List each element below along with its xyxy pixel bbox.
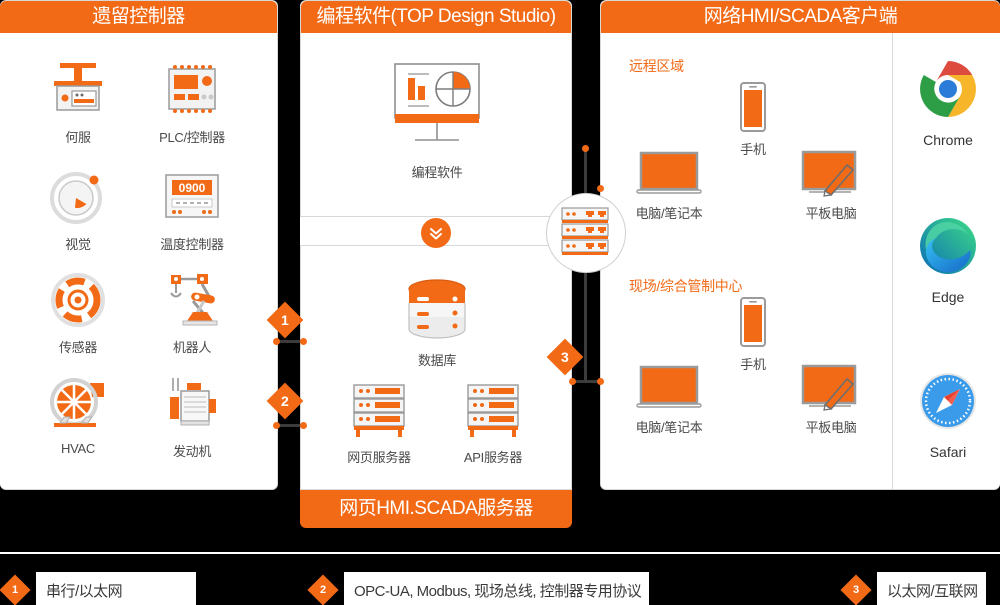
connector-dot-3a [569,378,576,385]
smartphone-icon [693,81,813,133]
temperature-controller-icon: 0900 [132,166,252,228]
legend-badge-1: 1 [0,574,31,605]
diagram-canvas: 遗留控制器 何服 PLC/控制器 视觉 0900 温度控制器 传感器 机器人 H… [0,0,1000,605]
connector-dot-1a [273,338,280,345]
legend-badge-number: 1 [11,584,19,596]
item-motor: 发动机 [132,373,252,460]
robot-icon [132,269,252,331]
motor-icon [132,373,252,435]
database-icon [377,276,497,344]
device-phone-onsite: 手机 [693,296,813,373]
browser-label: Edge [931,289,965,305]
item-plc: PLC/控制器 [132,59,252,146]
legend-badge-2: 2 [307,574,339,605]
svg-text:0900: 0900 [179,181,206,195]
browser-safari[interactable]: Safari [893,371,1000,460]
legend-item-3: 3 以太网/互联网 [840,572,986,605]
item-label: 发动机 [172,444,212,459]
item-label: 视觉 [65,237,91,252]
legend-text-1: 串行/以太网 [36,572,196,605]
plc-controller-icon [132,59,252,121]
item-label: 温度控制器 [160,237,224,252]
smartphone-icon [693,296,813,348]
vision-icon [18,166,138,228]
connector-dot-1b [300,338,307,345]
server-rack-icon [433,379,553,441]
connector-dot-2a [273,422,280,429]
item-label: 网页服务器 [347,450,411,465]
item-label: 编程软件 [411,165,463,180]
device-tablet-onsite: 平板电脑 [771,363,891,436]
item-robot: 机器人 [132,269,252,356]
browser-label: Safari [929,444,967,460]
badge-number: 1 [281,311,289,328]
item-label: 数据库 [417,353,457,368]
panel-mid-title: 编程软件(TOP Design Studio) [301,1,571,33]
legend-divider [0,552,1000,554]
panel-legacy-controllers: 遗留控制器 何服 PLC/控制器 视觉 0900 温度控制器 传感器 机器人 H… [0,0,278,490]
panel-legacy-title: 遗留控制器 [0,1,277,33]
connector-dot-3-remote [597,185,604,192]
item-web-server: 网页服务器 [319,379,439,466]
device-phone-remote: 手机 [693,81,813,158]
legend-badge-number: 3 [852,584,860,596]
tablet-stylus-icon [771,149,891,197]
legend-item-2: 2 OPC-UA, Modbus, 现场总线, 控制器专用协议 [307,572,650,605]
browser-chrome[interactable]: Chrome [893,59,1000,148]
zone-title-remote: 远程区域 [629,58,684,74]
legend-text-3: 以太网/互联网 [877,572,986,605]
item-hvac: HVAC [18,373,138,456]
network-switch-icon [546,193,626,273]
sensor-icon [18,269,138,331]
item-sensor: 传感器 [18,269,138,356]
item-label: 机器人 [172,340,212,355]
connector-line-3 [572,380,600,383]
panel-mid-footer-title: 网页HMI.SCADA服务器 [300,490,572,528]
monitor-chart-icon [377,56,497,156]
device-tablet-remote: 平板电脑 [771,149,891,222]
item-temp-controller: 0900 温度控制器 [132,166,252,253]
panel-clients-title: 网络HMI/SCADA客户端 [601,1,1000,33]
badge-number: 2 [281,392,289,409]
servo-icon [18,59,138,121]
panel-web-clients: 网络HMI/SCADA客户端 远程区域 电脑/笔记本 手机 平板电脑 现场/综合… [600,0,1000,490]
connector-dot-3b [597,378,604,385]
item-database: 数据库 [377,276,497,369]
chrome-icon [893,59,1000,124]
item-label: HVAC [61,441,95,456]
item-label: API服务器 [463,450,523,465]
chevron-double-down-icon[interactable] [421,218,451,248]
legend-badge-3: 3 [840,574,872,605]
server-rack-icon [319,379,439,441]
connector-dot-2b [300,422,307,429]
hvac-fan-icon [18,373,138,435]
item-servo: 何服 [18,59,138,146]
item-label: PLC/控制器 [159,130,225,145]
item-vision: 视觉 [18,166,138,253]
device-laptop-onsite: 电脑/笔记本 [609,363,729,436]
device-label: 平板电脑 [805,206,857,221]
legend-text-2: OPC-UA, Modbus, 现场总线, 控制器专用协议 [344,572,650,605]
badge-number: 3 [561,348,569,365]
zone-title-onsite: 现场/综合管制中心 [629,278,743,294]
tablet-stylus-icon [771,363,891,411]
device-label: 平板电脑 [805,420,857,435]
item-label: 何服 [65,130,91,145]
legend-item-1: 1 串行/以太网 [0,572,196,605]
legend-badge-number: 2 [319,584,327,596]
browser-label: Chrome [923,132,973,148]
safari-icon [893,371,1000,436]
connector-dot-3-top [582,145,589,152]
device-label: 电脑/笔记本 [635,206,703,221]
browser-edge[interactable]: Edge [893,216,1000,305]
device-laptop-remote: 电脑/笔记本 [609,149,729,222]
item-label: 传感器 [58,340,98,355]
item-programming-software: 编程软件 [377,56,497,181]
device-label: 电脑/笔记本 [635,420,703,435]
edge-icon [893,216,1000,281]
item-api-server: API服务器 [433,379,553,466]
